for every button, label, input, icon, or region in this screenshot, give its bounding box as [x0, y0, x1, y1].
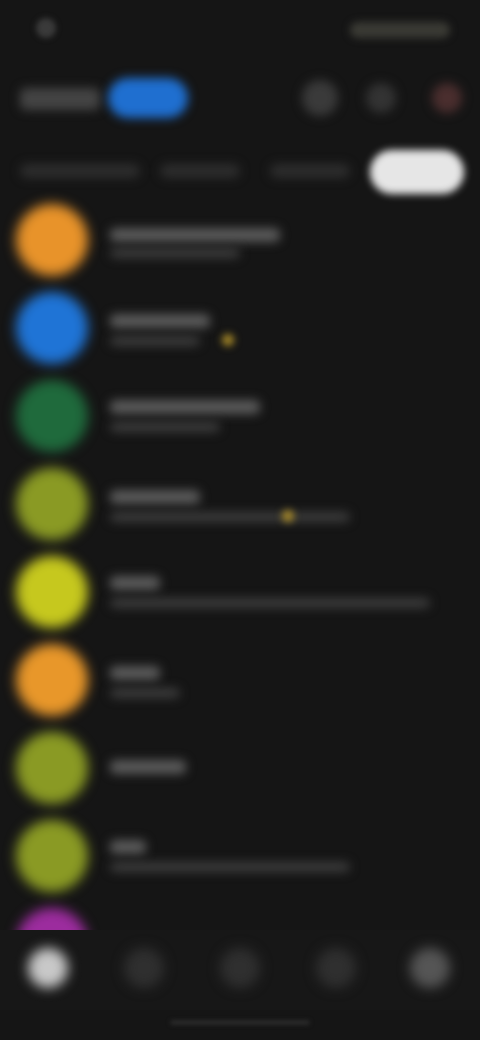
contact-subtitle	[110, 248, 240, 258]
contact-name	[110, 400, 260, 414]
avatar	[16, 468, 88, 540]
contact-name	[110, 666, 160, 680]
contact-row[interactable]	[0, 724, 480, 812]
contact-row[interactable]	[0, 372, 480, 460]
contact-subtitle	[110, 336, 200, 346]
avatar	[16, 732, 88, 804]
top-app-bar	[0, 60, 480, 140]
bottom-navigation	[0, 930, 480, 1010]
filter-chip[interactable]	[20, 164, 140, 178]
avatar	[16, 292, 88, 364]
filter-chip[interactable]	[270, 164, 350, 178]
battery-icon	[350, 22, 450, 38]
contact-row[interactable]	[0, 812, 480, 900]
status-bar	[0, 0, 480, 60]
contact-row[interactable]	[0, 196, 480, 284]
contact-name	[110, 840, 146, 854]
contact-name	[110, 576, 160, 590]
avatar	[16, 380, 88, 452]
filter-chip-selected[interactable]	[370, 150, 464, 194]
contact-subtitle	[110, 862, 350, 872]
avatar	[16, 820, 88, 892]
contact-list	[0, 196, 480, 988]
status-dot-icon	[282, 510, 294, 522]
contact-name	[110, 760, 186, 774]
profile-icon[interactable]	[410, 948, 450, 988]
home-indicator	[170, 1020, 310, 1025]
avatar	[16, 204, 88, 276]
contact-row[interactable]	[0, 548, 480, 636]
home-icon[interactable]	[28, 948, 68, 988]
contact-subtitle	[110, 598, 430, 608]
search-icon[interactable]	[366, 83, 396, 113]
status-icon	[36, 18, 56, 38]
chat-icon[interactable]	[124, 948, 164, 988]
calls-icon[interactable]	[220, 948, 260, 988]
contact-name	[110, 228, 280, 242]
contact-name	[110, 314, 210, 328]
contact-name	[110, 490, 200, 504]
contact-subtitle	[110, 422, 220, 432]
filter-icon[interactable]	[302, 80, 338, 116]
avatar	[16, 644, 88, 716]
filter-chip-row	[0, 140, 480, 204]
contact-subtitle	[110, 512, 350, 522]
notification-icon[interactable]	[432, 83, 462, 113]
accent-pill-button[interactable]	[108, 78, 188, 118]
contact-row[interactable]	[0, 460, 480, 548]
avatar	[16, 556, 88, 628]
contact-subtitle	[110, 688, 180, 698]
contact-row[interactable]	[0, 636, 480, 724]
contact-row[interactable]	[0, 284, 480, 372]
status-dot-icon	[222, 334, 234, 346]
filter-chip[interactable]	[160, 164, 240, 178]
app-title	[20, 88, 100, 110]
people-icon[interactable]	[316, 948, 356, 988]
